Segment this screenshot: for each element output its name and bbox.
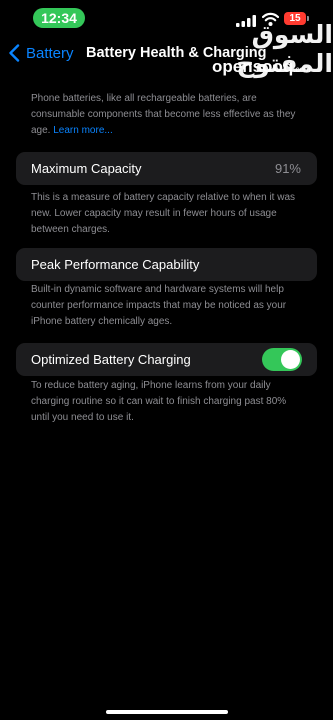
maximum-capacity-cell: Maximum Capacity 91% [16,152,317,185]
page-title: Battery Health & Charging [86,45,267,61]
status-time[interactable]: 12:34 [33,8,85,28]
chevron-left-icon [9,44,20,62]
peak-performance-footnote: Built-in dynamic software and hardware s… [31,284,287,327]
navigation-bar: Battery Battery Health & Charging [0,38,333,70]
back-label: Battery [26,44,74,62]
back-button[interactable]: Battery [8,44,74,62]
peak-performance-label: Peak Performance Capability [31,257,200,272]
intro-text: Phone batteries, like all rechargeable b… [31,91,303,139]
learn-more-link[interactable]: Learn more... [53,125,112,136]
maximum-capacity-footnote: This is a measure of battery capacity re… [31,192,296,235]
peak-performance-cell: Peak Performance Capability [16,248,317,281]
optimized-charging-label: Optimized Battery Charging [31,352,191,367]
maximum-capacity-label: Maximum Capacity [31,161,142,176]
optimized-charging-toggle[interactable] [262,348,302,371]
home-indicator[interactable] [106,710,228,714]
optimized-charging-footnote: To reduce battery aging, iPhone learns f… [31,380,287,423]
optimized-charging-cell: Optimized Battery Charging [16,343,317,376]
toggle-knob [281,350,300,369]
maximum-capacity-value: 91% [274,161,301,176]
